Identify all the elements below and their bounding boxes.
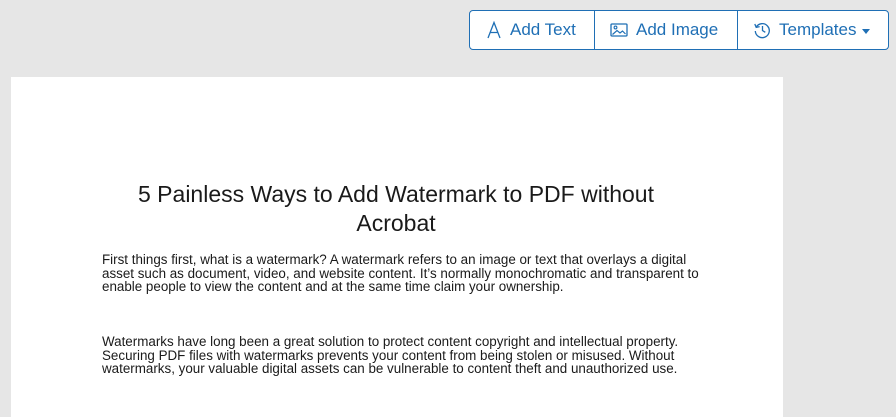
templates-label: Templates	[779, 20, 857, 39]
add-image-label: Add Image	[636, 20, 719, 39]
add-text-button[interactable]: Add Text	[470, 11, 594, 49]
document-page: 5 Painless Ways to Add Watermark to PDF …	[11, 77, 783, 417]
letter-a-icon	[486, 21, 502, 39]
add-text-label: Add Text	[510, 20, 576, 39]
templates-button[interactable]: Templates	[737, 11, 888, 49]
caret-down-icon	[862, 28, 871, 34]
document-title: 5 Painless Ways to Add Watermark to PDF …	[138, 181, 654, 236]
add-image-button[interactable]: Add Image	[594, 11, 737, 49]
document-paragraph: Watermarks have long been a great soluti…	[102, 334, 679, 377]
image-icon	[610, 23, 628, 37]
history-icon	[753, 21, 771, 39]
editor-toolbar: Add Text Add Image Templates	[469, 10, 889, 50]
document-paragraph: First things first, what is a watermark?…	[102, 252, 699, 295]
